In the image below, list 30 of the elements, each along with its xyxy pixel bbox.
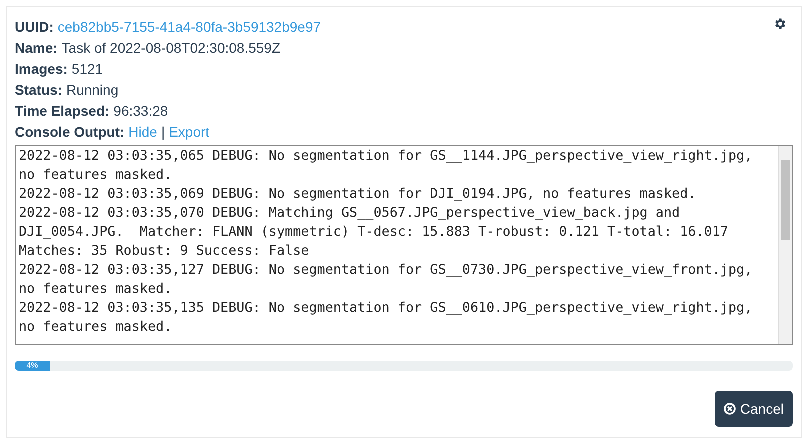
uuid-link[interactable]: ceb82bb5-7155-41a4-80fa-3b59132b9e97 <box>58 17 322 38</box>
field-label: Name: <box>15 39 58 58</box>
hide-link[interactable]: Hide <box>128 122 158 143</box>
field-label: Status: <box>15 81 62 100</box>
field-value: Running <box>66 81 119 100</box>
console-line: no features masked. <box>19 167 174 185</box>
field-label: Console Output: <box>15 123 125 142</box>
scrollbar[interactable] <box>778 146 792 344</box>
console-line: 2022-08-12 03:03:35,065 DEBUG: No segmentation for GS__1144.JPG_perspective_view_right.jpg, <box>19 148 754 166</box>
console-output[interactable] <box>15 145 793 345</box>
field-value: Task of 2022-08-08T02:30:08.559Z <box>62 39 280 58</box>
console-line: Matches: 35 Robust: 9 Success: False <box>19 243 310 261</box>
console-line: no features masked. <box>19 281 174 299</box>
console-line: DJI_0054.JPG. Matcher: FLANN (symmetric) T-desc: 15.883 T-robust: 0.121 T-total: 16.017 <box>19 224 730 242</box>
console-line: 2022-08-12 03:03:35,069 DEBUG: No segmentation for DJI_0194.JPG, no features masked. <box>19 186 698 204</box>
settings-icon[interactable] <box>773 17 787 31</box>
cancel-button[interactable]: Cancel <box>715 391 793 427</box>
console-line: 2022-08-12 03:03:35,070 DEBUG: Matching GS__0567.JPG_perspective_view_back.jpg and <box>19 205 682 223</box>
field-label: Time Elapsed: <box>15 102 110 121</box>
console-line: 2022-08-12 03:03:35,135 DEBUG: No segmentation for GS__0610.JPG_perspective_view_right.jpg, <box>19 300 754 318</box>
link-separator: | <box>161 123 166 142</box>
console-line: no features masked. <box>19 319 174 337</box>
field-label: Images: <box>15 60 68 79</box>
field-value: 96:33:28 <box>114 102 168 121</box>
field-label: UUID: <box>15 18 54 37</box>
console-line: 2022-08-12 03:03:35,127 DEBUG: No segmentation for GS__0730.JPG_perspective_view_front.jpg, <box>19 262 754 280</box>
close-icon <box>724 403 736 415</box>
progress-fill: 4% <box>15 361 50 371</box>
field-value: 5121 <box>72 60 104 79</box>
export-link[interactable]: Export <box>169 122 210 143</box>
